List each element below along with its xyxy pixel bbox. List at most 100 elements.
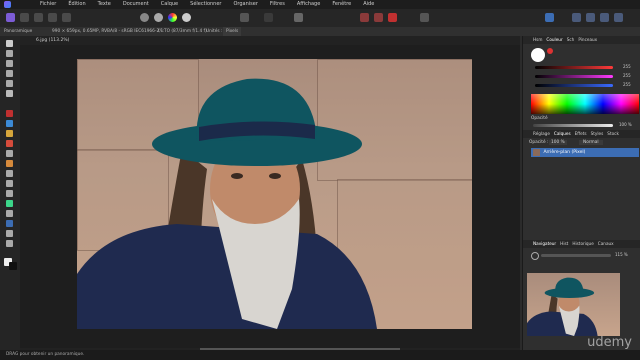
selection-mode-icon[interactable] xyxy=(240,13,249,22)
tab-stock[interactable]: Stock xyxy=(607,130,619,138)
navigator-thumbnail[interactable] xyxy=(527,273,620,336)
menu-fichier[interactable]: Fichier xyxy=(40,0,56,9)
udemy-watermark: udemy xyxy=(587,335,632,350)
color-spectrum[interactable] xyxy=(531,94,639,114)
tab-sch[interactable]: Sch xyxy=(567,36,575,44)
selection-brush-icon[interactable] xyxy=(6,70,13,77)
status-bar: DRAG pour obtenir un panoramique. xyxy=(0,350,640,360)
fill-tool-icon[interactable] xyxy=(6,120,13,127)
persona-tone-icon[interactable] xyxy=(48,13,57,22)
zoom-out-icon[interactable] xyxy=(531,252,539,260)
layers-panel-tabs: Réglage Calques Effets Styles Stock xyxy=(523,130,640,138)
main-toolbar xyxy=(0,9,640,28)
share-icon[interactable] xyxy=(614,13,623,22)
menu-document[interactable]: Document xyxy=(123,0,149,9)
layer-name: Arrière-plan (Pixel) xyxy=(543,150,586,155)
tab-hsm[interactable]: Hsm xyxy=(533,36,542,44)
menu-selectionner[interactable]: Sélectionner xyxy=(190,0,221,9)
crop-tool-icon[interactable] xyxy=(6,60,13,67)
units-label: Unités : xyxy=(206,29,223,34)
auto-levels-icon[interactable] xyxy=(140,13,149,22)
view-mode-icon[interactable] xyxy=(545,13,554,22)
dodge-brush-icon[interactable] xyxy=(6,160,13,167)
text-tool-icon[interactable] xyxy=(6,230,13,237)
fill-color-well[interactable] xyxy=(531,48,545,62)
gradient-tool-icon[interactable] xyxy=(6,130,13,137)
auto-colors-icon[interactable] xyxy=(168,13,177,22)
persona-develop-icon[interactable] xyxy=(34,13,43,22)
menu-list: Fichier Édition Texte Document Calque Sé… xyxy=(40,0,374,9)
menu-affichage[interactable]: Affichage xyxy=(297,0,321,9)
assistant-icon[interactable] xyxy=(572,13,581,22)
blur-brush-icon[interactable] xyxy=(6,180,13,187)
tab-canaux[interactable]: Canaux xyxy=(598,240,614,248)
tab-hist[interactable]: Hist xyxy=(560,240,568,248)
tab-navigateur[interactable]: Navigateur xyxy=(533,240,556,248)
help-icon[interactable] xyxy=(600,13,609,22)
red-value: 255 xyxy=(623,64,631,69)
distribute-icon[interactable] xyxy=(374,13,383,22)
green-slider[interactable] xyxy=(535,75,613,78)
stroke-color-well[interactable] xyxy=(547,48,553,54)
red-eye-tool-icon[interactable] xyxy=(6,200,13,207)
settings-icon[interactable] xyxy=(586,13,595,22)
context-tool-label: Panoramique xyxy=(4,29,33,34)
menu-organiser[interactable]: Organiser xyxy=(233,0,257,9)
menu-filtres[interactable]: Filtres xyxy=(270,0,285,9)
healing-brush-icon[interactable] xyxy=(6,190,13,197)
menu-fenetre[interactable]: Fenêtre xyxy=(332,0,351,9)
move-tool-icon[interactable] xyxy=(6,40,13,47)
persona-liquify-icon[interactable] xyxy=(20,13,29,22)
view-tool-icon[interactable] xyxy=(6,50,13,57)
arrange-icon[interactable] xyxy=(420,13,429,22)
auto-white-balance-icon[interactable] xyxy=(182,13,191,22)
tab-historique[interactable]: Historique xyxy=(572,240,593,248)
menu-bar: Fichier Édition Texte Document Calque Sé… xyxy=(0,0,640,9)
snapping-icon[interactable] xyxy=(294,13,303,22)
shape-tool-icon[interactable] xyxy=(6,220,13,227)
tab-styles[interactable]: Styles xyxy=(591,130,604,138)
zoom-slider[interactable] xyxy=(541,254,611,257)
zoom-tool-icon[interactable] xyxy=(6,240,13,247)
tools-panel xyxy=(0,36,20,350)
tab-reglage[interactable]: Réglage xyxy=(533,130,550,138)
erase-brush-icon[interactable] xyxy=(6,150,13,157)
blend-mode-select[interactable]: Normal xyxy=(579,140,603,145)
document-title: 6.jpg (113.2%) xyxy=(36,38,70,43)
blue-slider[interactable] xyxy=(535,84,613,87)
menu-texte[interactable]: Texte xyxy=(98,0,111,9)
tab-pinceaux[interactable]: Pinceaux xyxy=(578,36,597,44)
align-icon[interactable] xyxy=(360,13,369,22)
tab-calques[interactable]: Calques xyxy=(554,130,571,138)
red-tool-icon[interactable] xyxy=(388,13,397,22)
document-info: 990 × 659px, 0.65MP, RVBA/8 - sRGB IEC61… xyxy=(52,29,164,34)
pen-tool-icon[interactable] xyxy=(6,210,13,217)
color-picker-icon[interactable] xyxy=(6,110,13,117)
auto-contrast-icon[interactable] xyxy=(154,13,163,22)
marquee-tool-icon[interactable] xyxy=(6,80,13,87)
tab-effets[interactable]: Effets xyxy=(575,130,587,138)
menu-calque[interactable]: Calque xyxy=(161,0,178,9)
tab-couleur[interactable]: Couleur xyxy=(546,36,562,44)
units-select[interactable]: Pixels xyxy=(223,27,242,36)
opacity-value: 100 % xyxy=(619,122,632,127)
persona-export-icon[interactable] xyxy=(62,13,71,22)
green-value: 255 xyxy=(623,73,631,78)
layer-opacity-field[interactable]: 100 % xyxy=(549,140,567,145)
blue-value: 255 xyxy=(623,82,631,87)
persona-photo-icon[interactable] xyxy=(6,13,15,22)
opacity-slider[interactable] xyxy=(533,124,613,127)
clone-brush-icon[interactable] xyxy=(6,170,13,177)
quick-mask-icon[interactable] xyxy=(264,13,273,22)
app-logo-icon xyxy=(4,1,11,8)
red-slider[interactable] xyxy=(535,66,613,69)
zoom-value: 115 % xyxy=(615,252,628,257)
paint-brush-icon[interactable] xyxy=(6,140,13,147)
document-tab[interactable]: 6.jpg (113.2%) xyxy=(20,36,520,45)
layer-row[interactable]: Arrière-plan (Pixel) xyxy=(531,148,639,157)
secondary-color-swatch[interactable] xyxy=(9,262,17,270)
menu-edition[interactable]: Édition xyxy=(68,0,85,9)
flood-select-icon[interactable] xyxy=(6,90,13,97)
photo-canvas[interactable] xyxy=(77,59,472,329)
menu-aide[interactable]: Aide xyxy=(363,0,374,9)
